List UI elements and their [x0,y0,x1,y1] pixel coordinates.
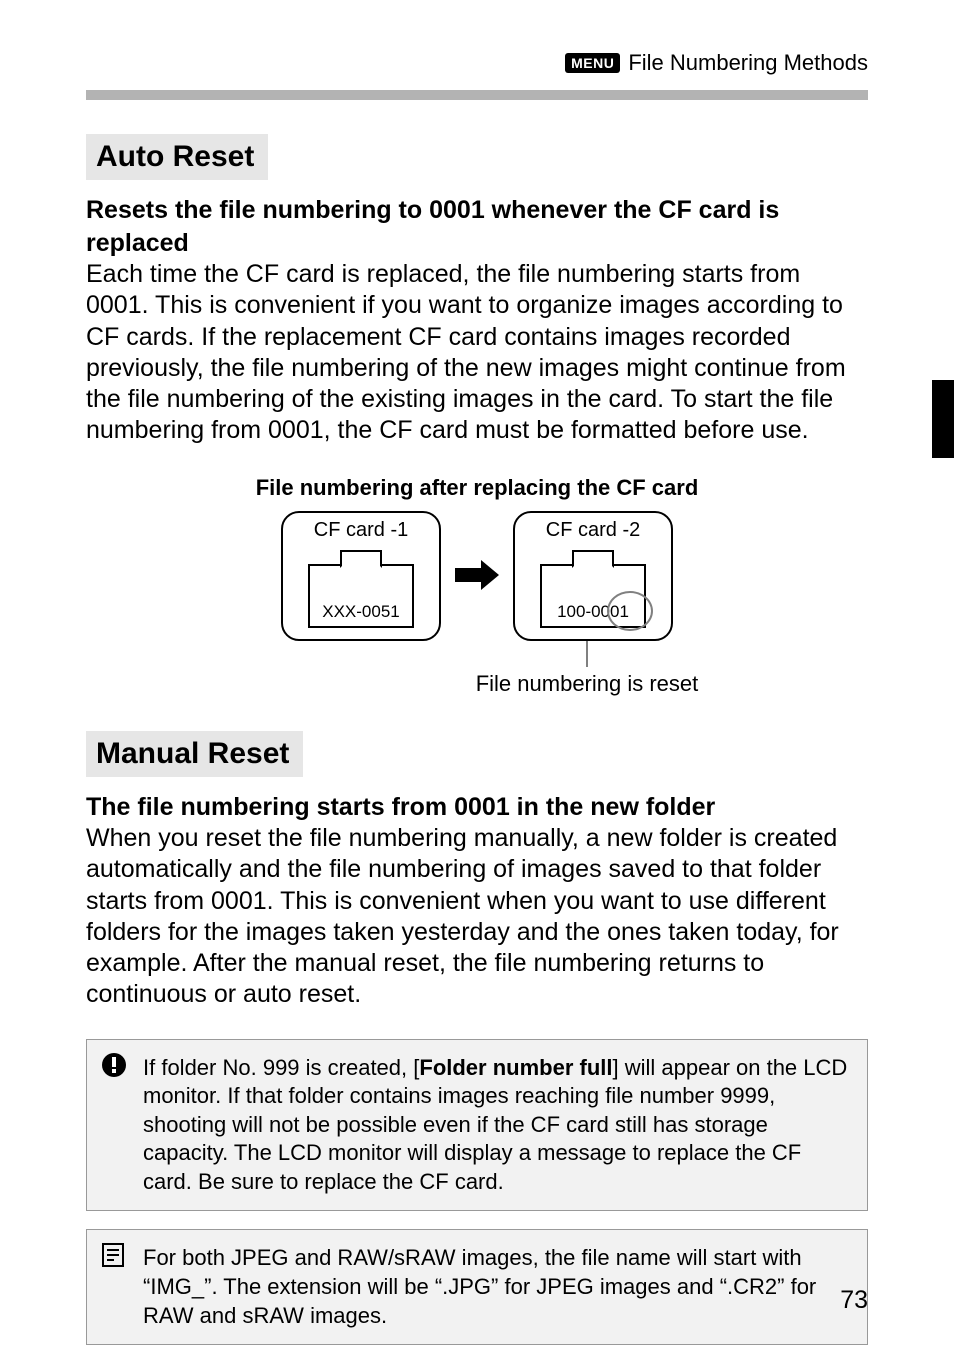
folder-1: XXX-0051 [296,546,426,630]
manual-reset-lead: The file numbering starts from 0001 in t… [86,791,868,824]
page-number: 73 [840,1286,868,1315]
diagram-pointer: File numbering is reset [306,639,868,697]
auto-reset-lead: Resets the file numbering to 0001 whenev… [86,194,868,259]
warning-text-pre: If folder No. 999 is created, [ [143,1055,419,1080]
warning-note: If folder No. 999 is created, [Folder nu… [86,1039,868,1212]
info-note: For both JPEG and RAW/sRAW images, the f… [86,1229,868,1345]
diagram-title: File numbering after replacing the CF ca… [86,475,868,501]
diagram: CF card -1 XXX-0051 CF card -2 100-0001 [86,511,868,641]
section-title-manual-reset: Manual Reset [86,731,303,777]
diagram-caption: File numbering is reset [306,671,868,697]
cf-card-1: CF card -1 XXX-0051 [281,511,441,641]
section-manual-reset: Manual Reset The file numbering starts f… [86,731,868,1011]
cf-card-2: CF card -2 100-0001 [513,511,673,641]
header-rule [86,90,868,100]
section-title-auto-reset: Auto Reset [86,134,268,180]
info-text: For both JPEG and RAW/sRAW images, the f… [143,1245,816,1327]
warning-text-bold: Folder number full [419,1055,612,1080]
cf-card-2-label: CF card -2 [546,519,640,542]
auto-reset-body: Each time the CF card is replaced, the f… [86,259,868,447]
side-tab [932,380,954,458]
warning-icon [101,1052,127,1078]
folder-1-text: XXX-0051 [322,602,400,622]
arrow-icon [455,554,499,598]
cf-card-1-label: CF card -1 [314,519,408,542]
header-title: File Numbering Methods [628,50,868,76]
folder-2-text: 100-0001 [557,602,629,622]
manual-reset-body: When you reset the file numbering manual… [86,823,868,1011]
diagram-block: File numbering after replacing the CF ca… [86,475,868,697]
section-auto-reset: Auto Reset Resets the file numbering to … [86,134,868,447]
warning-text: If folder No. 999 is created, [Folder nu… [143,1055,847,1194]
note-icon [101,1242,125,1268]
menu-badge: MENU [565,53,620,73]
folder-2: 100-0001 [528,546,658,630]
page: MENU File Numbering Methods Auto Reset R… [0,0,954,1345]
running-header: MENU File Numbering Methods [86,50,868,76]
